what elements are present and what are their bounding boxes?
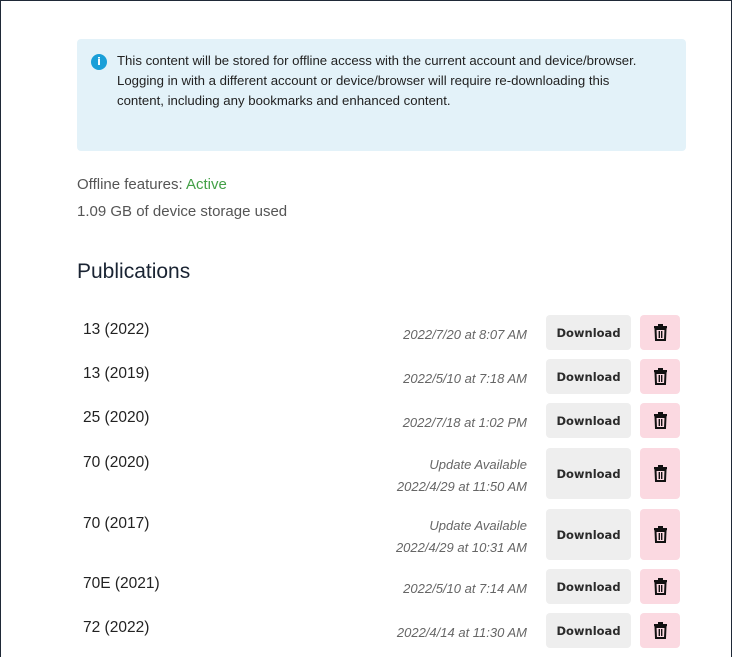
download-button[interactable]: Download [546, 448, 631, 499]
publication-name: 70 (2017) [83, 515, 150, 532]
trash-icon-svg [653, 368, 667, 385]
download-date: 2022/7/18 at 1:02 PM [402, 415, 527, 430]
offline-info-banner: i This content will be stored for offlin… [77, 39, 686, 151]
trash-icon [653, 368, 668, 385]
download-button[interactable]: Download [546, 315, 631, 350]
delete-button[interactable] [640, 613, 680, 648]
trash-icon-svg [653, 465, 667, 482]
trash-icon [653, 526, 668, 543]
trash-icon-svg [653, 412, 667, 429]
delete-button[interactable] [640, 315, 680, 350]
download-button[interactable]: Download [546, 403, 631, 438]
info-icon: i [91, 54, 107, 70]
trash-icon-svg [653, 578, 667, 595]
download-button[interactable]: Download [546, 359, 631, 394]
content-panel: i This content will be stored for offlin… [0, 0, 732, 657]
download-button[interactable]: Download [546, 569, 631, 604]
delete-button[interactable] [640, 403, 680, 438]
publication-name: 13 (2022) [83, 321, 150, 338]
publication-row: 70E (2021) 2022/5/10 at 7:14 AM Download [83, 569, 683, 604]
trash-icon [653, 465, 668, 482]
delete-button[interactable] [640, 359, 680, 394]
publication-row: 13 (2019) 2022/5/10 at 7:18 AM Download [83, 359, 683, 394]
update-available-text: Update Available [429, 518, 527, 533]
download-date: 2022/7/20 at 8:07 AM [403, 327, 527, 342]
download-date: 2022/5/10 at 7:18 AM [403, 371, 527, 386]
trash-icon-svg [653, 324, 667, 341]
offline-features-status: Offline features: Active [77, 175, 227, 195]
publication-row: 72 (2022) 2022/4/14 at 11:30 AM Download [83, 613, 683, 648]
offline-features-label: Offline features: [77, 176, 186, 193]
storage-used-text: 1.09 GB of device storage used [77, 203, 288, 220]
offline-status-value: Active [185, 176, 227, 193]
trash-icon-svg [653, 526, 667, 543]
trash-icon [653, 578, 668, 595]
trash-icon-svg [653, 622, 667, 639]
update-available-text: Update Available [429, 457, 527, 472]
publication-row: 13 (2022) 2022/7/20 at 8:07 AM Download [83, 315, 683, 350]
publication-name: 70 (2020) [83, 454, 150, 471]
publication-row: 25 (2020) 2022/7/18 at 1:02 PM Download [83, 403, 683, 438]
delete-button[interactable] [640, 569, 680, 604]
download-date: 2022/5/10 at 7:14 AM [403, 581, 527, 596]
publication-row: 70 (2020) Update Available 2022/4/29 at 11… [83, 448, 683, 499]
download-date: 2022/4/29 at 10:31 AM [395, 540, 527, 555]
trash-icon [653, 324, 668, 341]
publication-name: 13 (2019) [83, 365, 150, 382]
delete-button[interactable] [640, 448, 680, 499]
trash-icon [653, 412, 668, 429]
download-date: 2022/4/29 at 11:50 AM [396, 479, 527, 494]
download-date: 2022/4/14 at 11:30 AM [396, 625, 527, 640]
download-button[interactable]: Download [546, 509, 631, 560]
publication-name: 70E (2021) [83, 575, 160, 592]
trash-icon [653, 622, 668, 639]
offline-info-text: This content will be stored for offline … [117, 53, 637, 108]
download-button[interactable]: Download [546, 613, 631, 648]
publications-heading: Publications [77, 260, 191, 283]
publication-row: 70 (2017) Update Available 2022/4/29 at 10… [83, 509, 683, 560]
delete-button[interactable] [640, 509, 680, 560]
publication-name: 25 (2020) [83, 409, 150, 426]
publication-name: 72 (2022) [83, 619, 150, 636]
